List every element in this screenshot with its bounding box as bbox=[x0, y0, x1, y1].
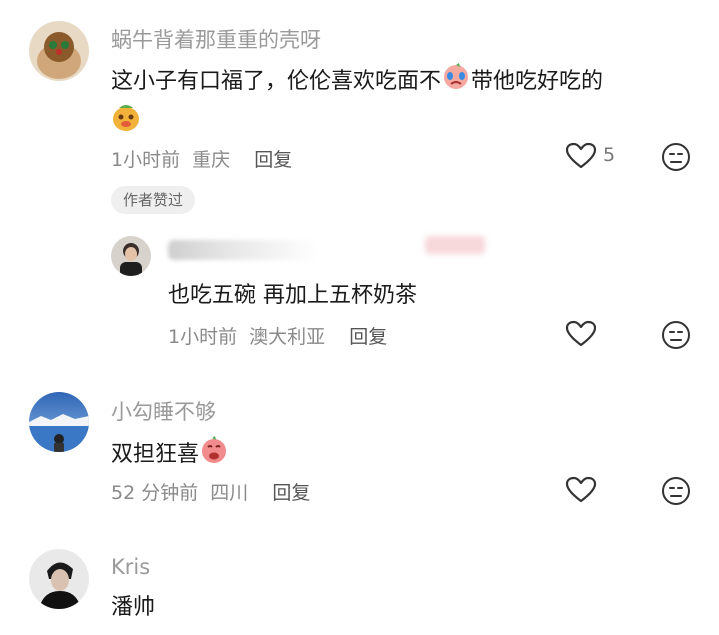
location: 重庆 bbox=[192, 149, 231, 171]
heart-icon bbox=[565, 142, 597, 169]
dislike-button[interactable] bbox=[661, 320, 691, 354]
avatar[interactable] bbox=[29, 21, 89, 81]
redaction-mark bbox=[425, 236, 485, 254]
like-button[interactable] bbox=[565, 142, 597, 174]
username[interactable]: Kris bbox=[111, 555, 150, 579]
like-button[interactable] bbox=[565, 476, 597, 508]
dislike-button[interactable] bbox=[661, 142, 691, 176]
comment-text: 潘帅 bbox=[111, 595, 156, 620]
neutral-face-icon bbox=[662, 321, 690, 349]
like-button[interactable] bbox=[565, 320, 597, 352]
comment-meta: 1小时前 重庆 回复 bbox=[111, 145, 292, 172]
like-count: 5 bbox=[603, 144, 616, 166]
username[interactable]: 蜗牛背着那重重的壳呀 bbox=[111, 24, 321, 54]
comment-text: 双担狂喜 bbox=[111, 435, 229, 475]
crying-face-emoji bbox=[441, 63, 471, 101]
location: 四川 bbox=[210, 482, 249, 504]
neutral-face-icon bbox=[662, 477, 690, 505]
timestamp: 1小时前 bbox=[111, 149, 181, 171]
avatar[interactable] bbox=[29, 549, 89, 609]
heart-icon bbox=[565, 320, 597, 347]
timestamp: 1小时前 bbox=[168, 326, 238, 348]
comment-meta: 1小时前 澳大利亚 回复 bbox=[168, 322, 387, 349]
comment-meta: 52 分钟前 四川 回复 bbox=[111, 478, 310, 505]
reply-button[interactable]: 回复 bbox=[254, 149, 292, 171]
heart-icon bbox=[565, 476, 597, 503]
avatar[interactable] bbox=[29, 392, 89, 452]
chestnut-face-emoji bbox=[111, 102, 141, 136]
username-redacted bbox=[168, 240, 318, 260]
reply-button[interactable]: 回复 bbox=[349, 326, 387, 348]
avatar[interactable] bbox=[111, 236, 151, 276]
neutral-face-icon bbox=[662, 143, 690, 171]
dislike-button[interactable] bbox=[661, 476, 691, 510]
location: 澳大利亚 bbox=[249, 326, 326, 348]
timestamp: 52 分钟前 bbox=[111, 482, 199, 504]
author-liked-badge: 作者赞过 bbox=[111, 186, 196, 214]
reply-button[interactable]: 回复 bbox=[272, 482, 310, 504]
comment-text: 这小子有口福了，伦伦喜欢吃面不 带他吃好吃的 bbox=[111, 63, 603, 101]
happy-pink-face-emoji bbox=[199, 435, 229, 475]
username[interactable]: 小勾睡不够 bbox=[111, 396, 216, 426]
comment-text: 也吃五碗 再加上五杯奶茶 bbox=[168, 283, 417, 308]
